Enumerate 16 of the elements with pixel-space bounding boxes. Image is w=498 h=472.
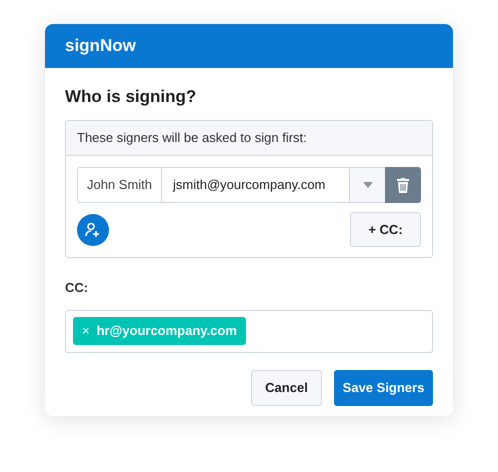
add-signer-button[interactable] xyxy=(77,214,109,246)
dropdown-button[interactable] xyxy=(350,167,385,203)
delete-button[interactable] xyxy=(385,167,421,203)
email-field[interactable]: jsmith@yourcompany.com xyxy=(162,167,350,203)
panel-heading: These signers will be asked to sign first: xyxy=(77,129,307,148)
cc-label: CC: xyxy=(65,279,90,297)
name-field[interactable]: John Smith xyxy=(77,167,162,203)
save-signers-button[interactable]: Save Signers xyxy=(334,370,433,406)
cancel-button[interactable]: Cancel xyxy=(251,370,322,406)
add-person-icon xyxy=(85,222,101,238)
logo-text: signNow xyxy=(65,35,136,58)
add-cc-button[interactable]: + CC: xyxy=(350,212,421,247)
trash-icon xyxy=(397,178,409,192)
caret-icon xyxy=(362,182,372,188)
dialog-title: Who is signing? xyxy=(65,86,198,108)
tag-email: hr@yourcompany.com xyxy=(96,322,237,340)
